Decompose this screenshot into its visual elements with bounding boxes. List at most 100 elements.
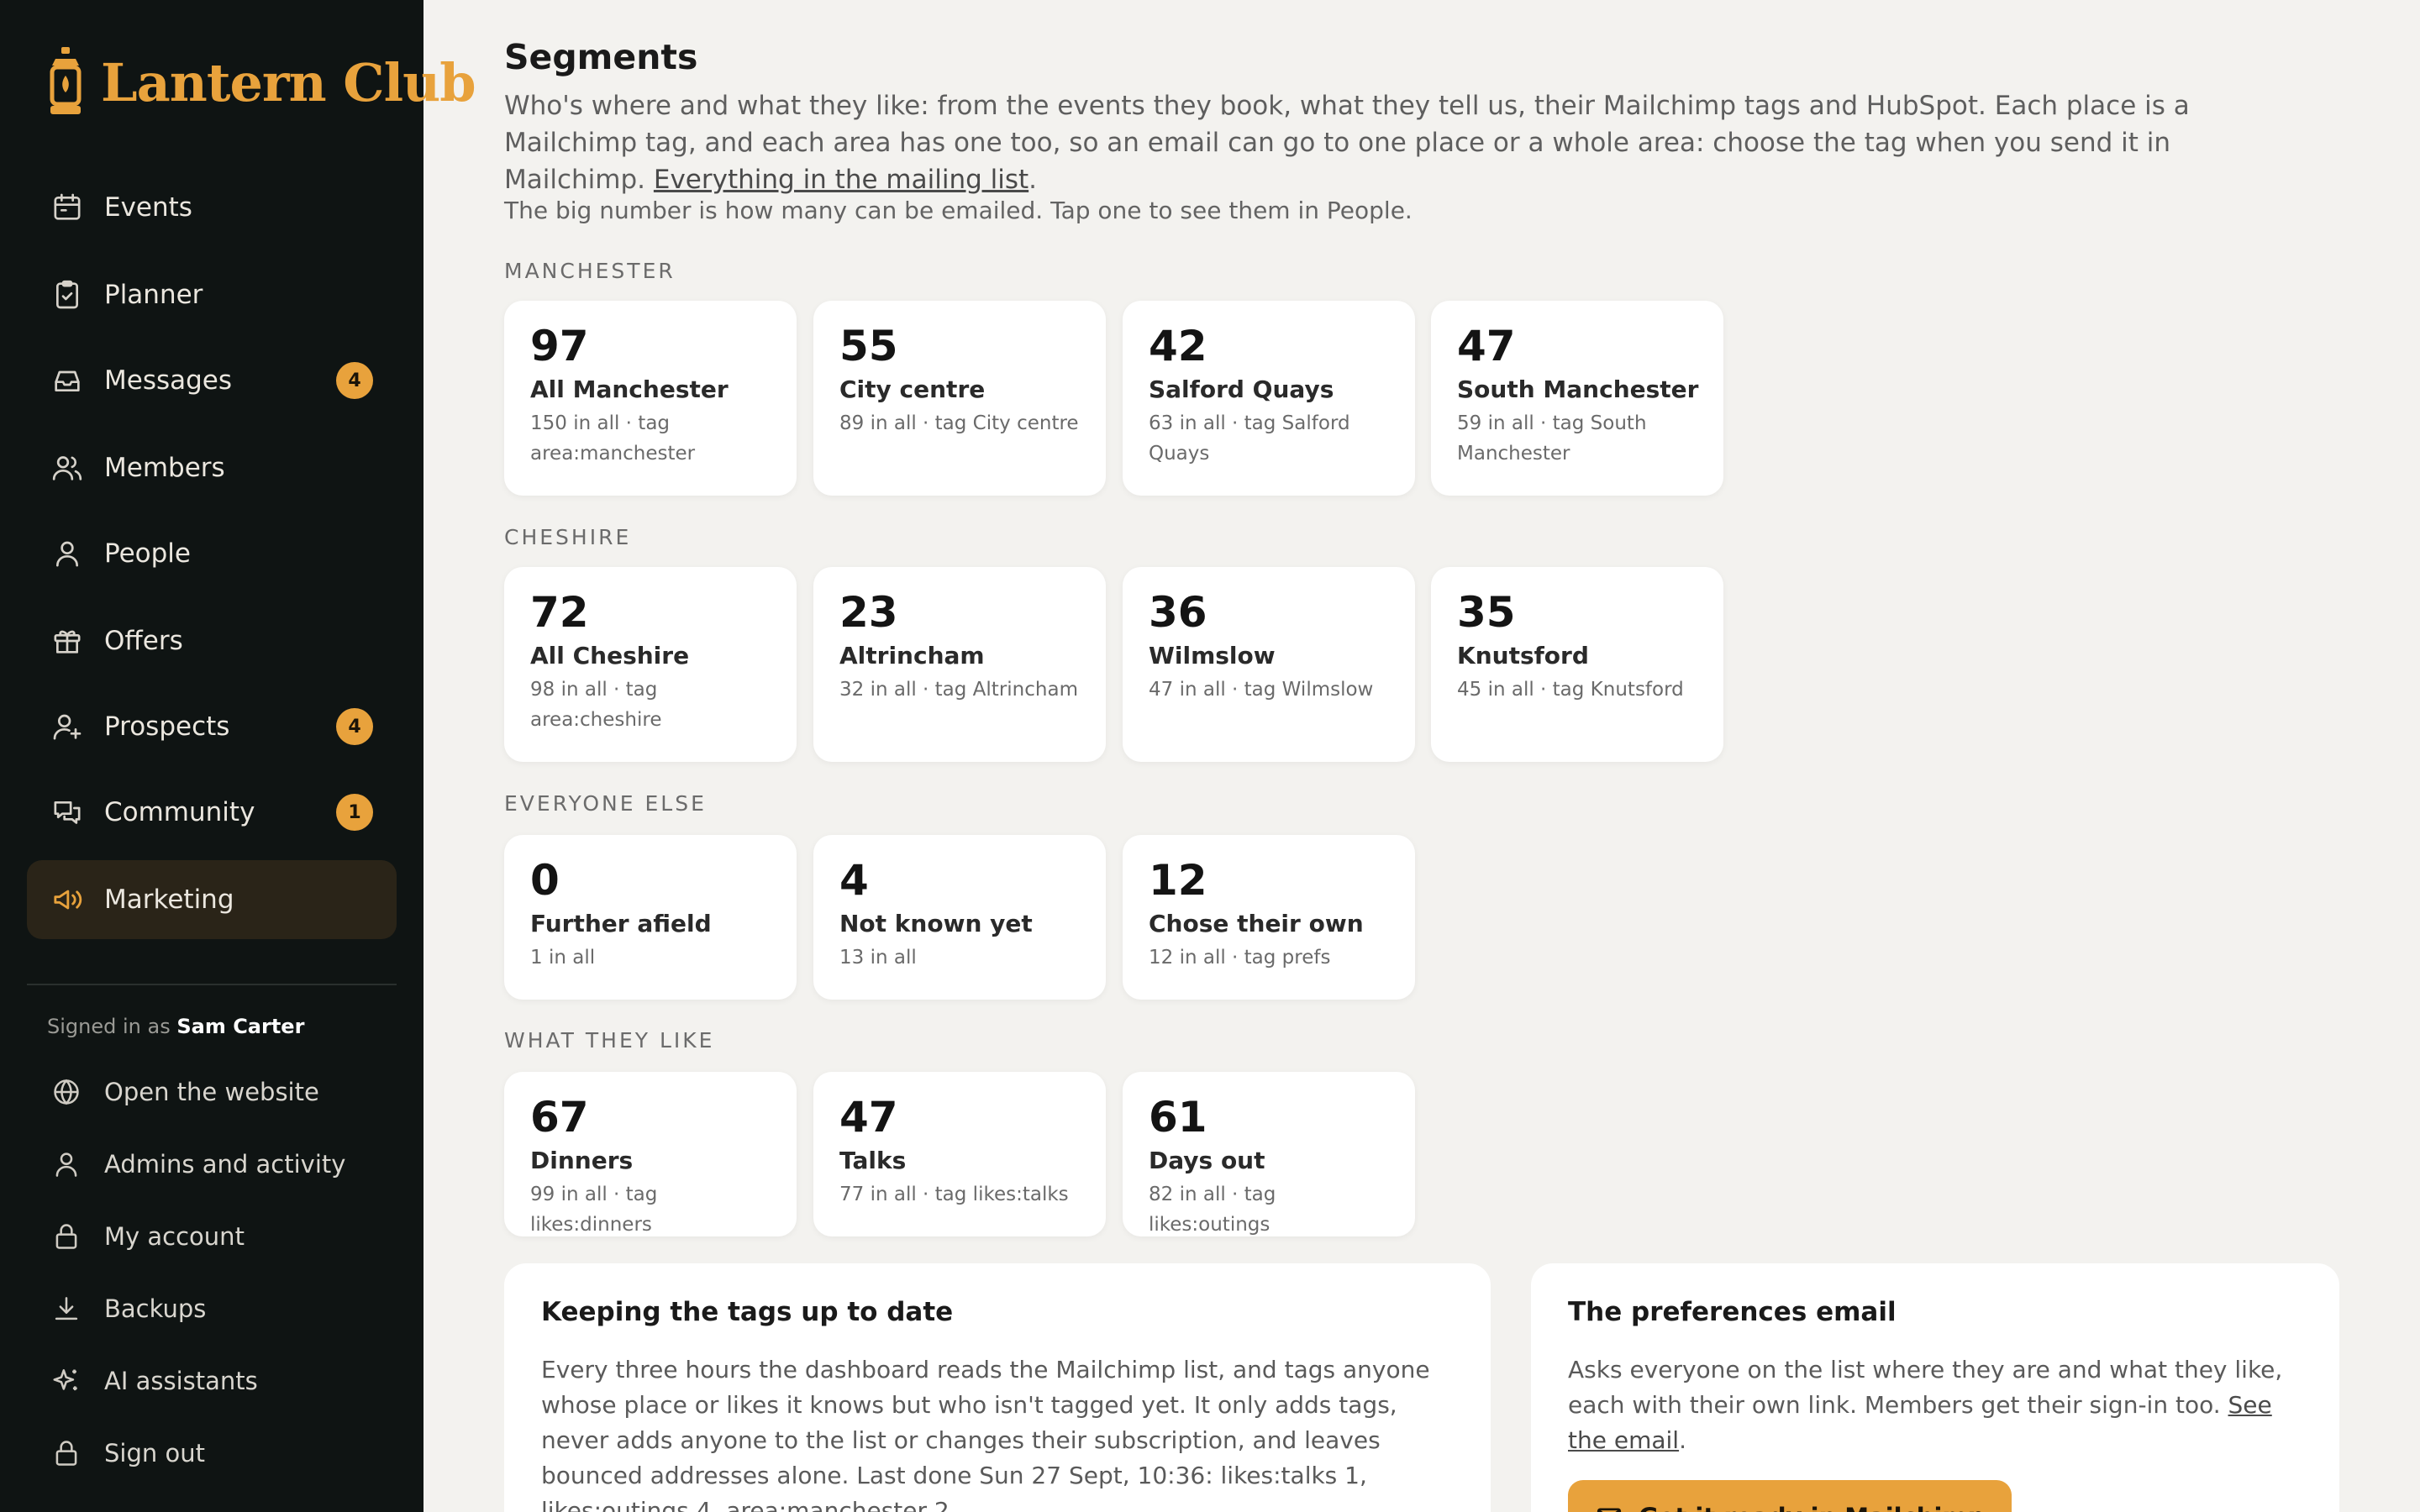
segment-meta: 82 in all · tag likes:outings: [1149, 1184, 1276, 1236]
segment-card[interactable]: 47 Talks 77 in all · tag likes:talks: [813, 1072, 1106, 1236]
segment-name: Knutsford: [1457, 642, 1589, 669]
nav-item-label: Offers: [104, 626, 183, 656]
nav-item-planner[interactable]: Planner: [27, 255, 397, 334]
segment-name: Not known yet: [839, 910, 1033, 937]
segment-card[interactable]: 67 Dinners 99 in all · tag likes:dinners: [504, 1072, 797, 1236]
nav-item-events[interactable]: Events: [27, 168, 397, 247]
segment-count: 72: [530, 588, 589, 637]
segment-name: All Cheshire: [530, 642, 690, 669]
user-icon: [55, 1152, 77, 1177]
segment-card[interactable]: 12 Chose their own 12 in all · tag prefs: [1123, 835, 1415, 1000]
segment-count: 0: [530, 856, 560, 905]
segment-name: Talks: [839, 1147, 907, 1174]
user-icon: [56, 541, 78, 567]
my-account-link[interactable]: My account: [27, 1203, 397, 1270]
section-label-everyone-else: EVERYONE ELSE: [504, 791, 707, 816]
preferences-body-end: .: [1679, 1426, 1686, 1454]
segment-meta: 13 in all: [839, 947, 917, 969]
get-ready-mailchimp-button[interactable]: Get it ready in Mailchimp: [1568, 1480, 2012, 1512]
segment-name: Dinners: [530, 1147, 634, 1174]
tags-panel-body: Every three hours the dashboard reads th…: [541, 1356, 1430, 1512]
segment-meta: 45 in all · tag Knutsford: [1457, 679, 1684, 701]
hint-text: The big number is how many can be emaile…: [504, 197, 1413, 224]
admins-activity-link[interactable]: Admins and activity: [27, 1131, 397, 1198]
util-item-label: Sign out: [104, 1439, 205, 1467]
unread-badge: 4: [336, 362, 373, 399]
segment-meta: 63 in all · tag Salford Quays: [1149, 412, 1350, 465]
intro-end: .: [1028, 165, 1038, 195]
segment-meta: 1 in all: [530, 947, 596, 969]
nav-item-label: Community: [104, 797, 255, 827]
segment-count: 23: [839, 588, 898, 637]
mailing-list-link[interactable]: Everything in the mailing list: [654, 165, 1028, 195]
nav-item-offers[interactable]: Offers: [27, 601, 397, 680]
segment-count: 4: [839, 856, 869, 905]
section-label-cheshire: CHESHIRE: [504, 525, 632, 549]
util-item-label: Open the website: [104, 1078, 319, 1106]
segment-name: City centre: [839, 375, 986, 403]
brand[interactable]: Lantern Club: [47, 47, 476, 118]
preferences-panel: The preferences email Asks everyone on t…: [1531, 1263, 2339, 1512]
segment-card[interactable]: 61 Days out 82 in all · tag likes:outing…: [1123, 1072, 1415, 1236]
nav-item-messages[interactable]: Messages 4: [27, 341, 397, 420]
sidebar: Lantern Club Events Planner Messages 4 M…: [0, 0, 476, 1512]
segment-count: 61: [1149, 1093, 1207, 1142]
segment-count: 36: [1149, 588, 1207, 637]
segment-card[interactable]: 55 City centre 89 in all · tag City cent…: [813, 301, 1106, 496]
nav-item-label: Members: [104, 453, 225, 483]
nav-item-label: Prospects: [104, 711, 230, 742]
nav-item-label: Planner: [104, 280, 203, 310]
calendar-icon: [54, 193, 81, 220]
user-plus-icon: [53, 714, 82, 740]
segment-count: 55: [839, 322, 898, 370]
signed-in-text: Signed in as Sam Carter: [47, 1015, 304, 1038]
segment-card[interactable]: 47 South Manchester 59 in all · tag Sout…: [1431, 301, 1723, 496]
chat-bubbles-icon: [54, 801, 81, 824]
segment-card[interactable]: 97 All Manchester 150 in all · tag area:…: [504, 301, 797, 496]
segment-name: Days out: [1149, 1147, 1265, 1174]
tags-panel-title: Keeping the tags up to date: [541, 1297, 954, 1327]
segment-meta: 99 in all · tag likes:dinners: [530, 1184, 658, 1236]
segment-meta: 12 in all · tag prefs: [1149, 947, 1331, 969]
section-label-what-they-like: WHAT THEY LIKE: [504, 1028, 715, 1053]
backups-link[interactable]: Backups: [27, 1275, 397, 1342]
prospects-badge: 4: [336, 708, 373, 745]
preferences-panel-title: The preferences email: [1568, 1297, 1897, 1327]
segment-meta: 47 in all · tag Wilmslow: [1149, 679, 1374, 701]
sidebar-divider: [27, 984, 397, 985]
ai-assistants-link[interactable]: AI assistants: [27, 1347, 397, 1415]
segment-card[interactable]: 23 Altrincham 32 in all · tag Altrincham: [813, 567, 1106, 762]
segment-count: 97: [530, 322, 589, 370]
segment-count: 42: [1149, 322, 1207, 370]
util-item-label: AI assistants: [104, 1367, 258, 1395]
segment-card[interactable]: 36 Wilmslow 47 in all · tag Wilmslow: [1123, 567, 1415, 762]
page-title: Segments: [504, 37, 698, 77]
clipboard-check-icon: [56, 280, 78, 309]
nav-item-people[interactable]: People: [27, 514, 397, 593]
nav-item-marketing[interactable]: Marketing: [27, 860, 397, 939]
lock-icon: [55, 1441, 77, 1466]
segment-card[interactable]: 4 Not known yet 13 in all: [813, 835, 1106, 1000]
nav-item-label: Events: [104, 192, 192, 223]
segment-meta: 32 in all · tag Altrincham: [839, 679, 1078, 701]
mail-icon: [1597, 1508, 1622, 1512]
intro-text: Who's where and what they like: from the…: [504, 87, 2319, 198]
lantern-logo-icon: [50, 47, 82, 114]
segment-name: All Manchester: [530, 375, 729, 403]
open-website-link[interactable]: Open the website: [27, 1058, 397, 1126]
segment-meta: 98 in all · tag area:cheshire: [530, 679, 662, 731]
nav-item-community[interactable]: Community 1: [27, 773, 397, 852]
segment-card[interactable]: 42 Salford Quays 63 in all · tag Salford…: [1123, 301, 1415, 496]
segment-name: Salford Quays: [1149, 375, 1334, 403]
segment-card[interactable]: 35 Knutsford 45 in all · tag Knutsford: [1431, 567, 1723, 762]
segment-card[interactable]: 0 Further afield 1 in all: [504, 835, 797, 1000]
megaphone-icon: [54, 890, 82, 910]
preferences-body-text: Asks everyone on the list where they are…: [1568, 1356, 2283, 1419]
segment-name: Chose their own: [1149, 910, 1364, 937]
sign-out-link[interactable]: Sign out: [27, 1420, 397, 1487]
segment-name: Wilmslow: [1149, 642, 1276, 669]
nav-item-members[interactable]: Members: [27, 428, 397, 507]
segment-card[interactable]: 72 All Cheshire 98 in all · tag area:che…: [504, 567, 797, 762]
segment-count: 67: [530, 1093, 589, 1142]
nav-item-prospects[interactable]: Prospects 4: [27, 687, 397, 766]
